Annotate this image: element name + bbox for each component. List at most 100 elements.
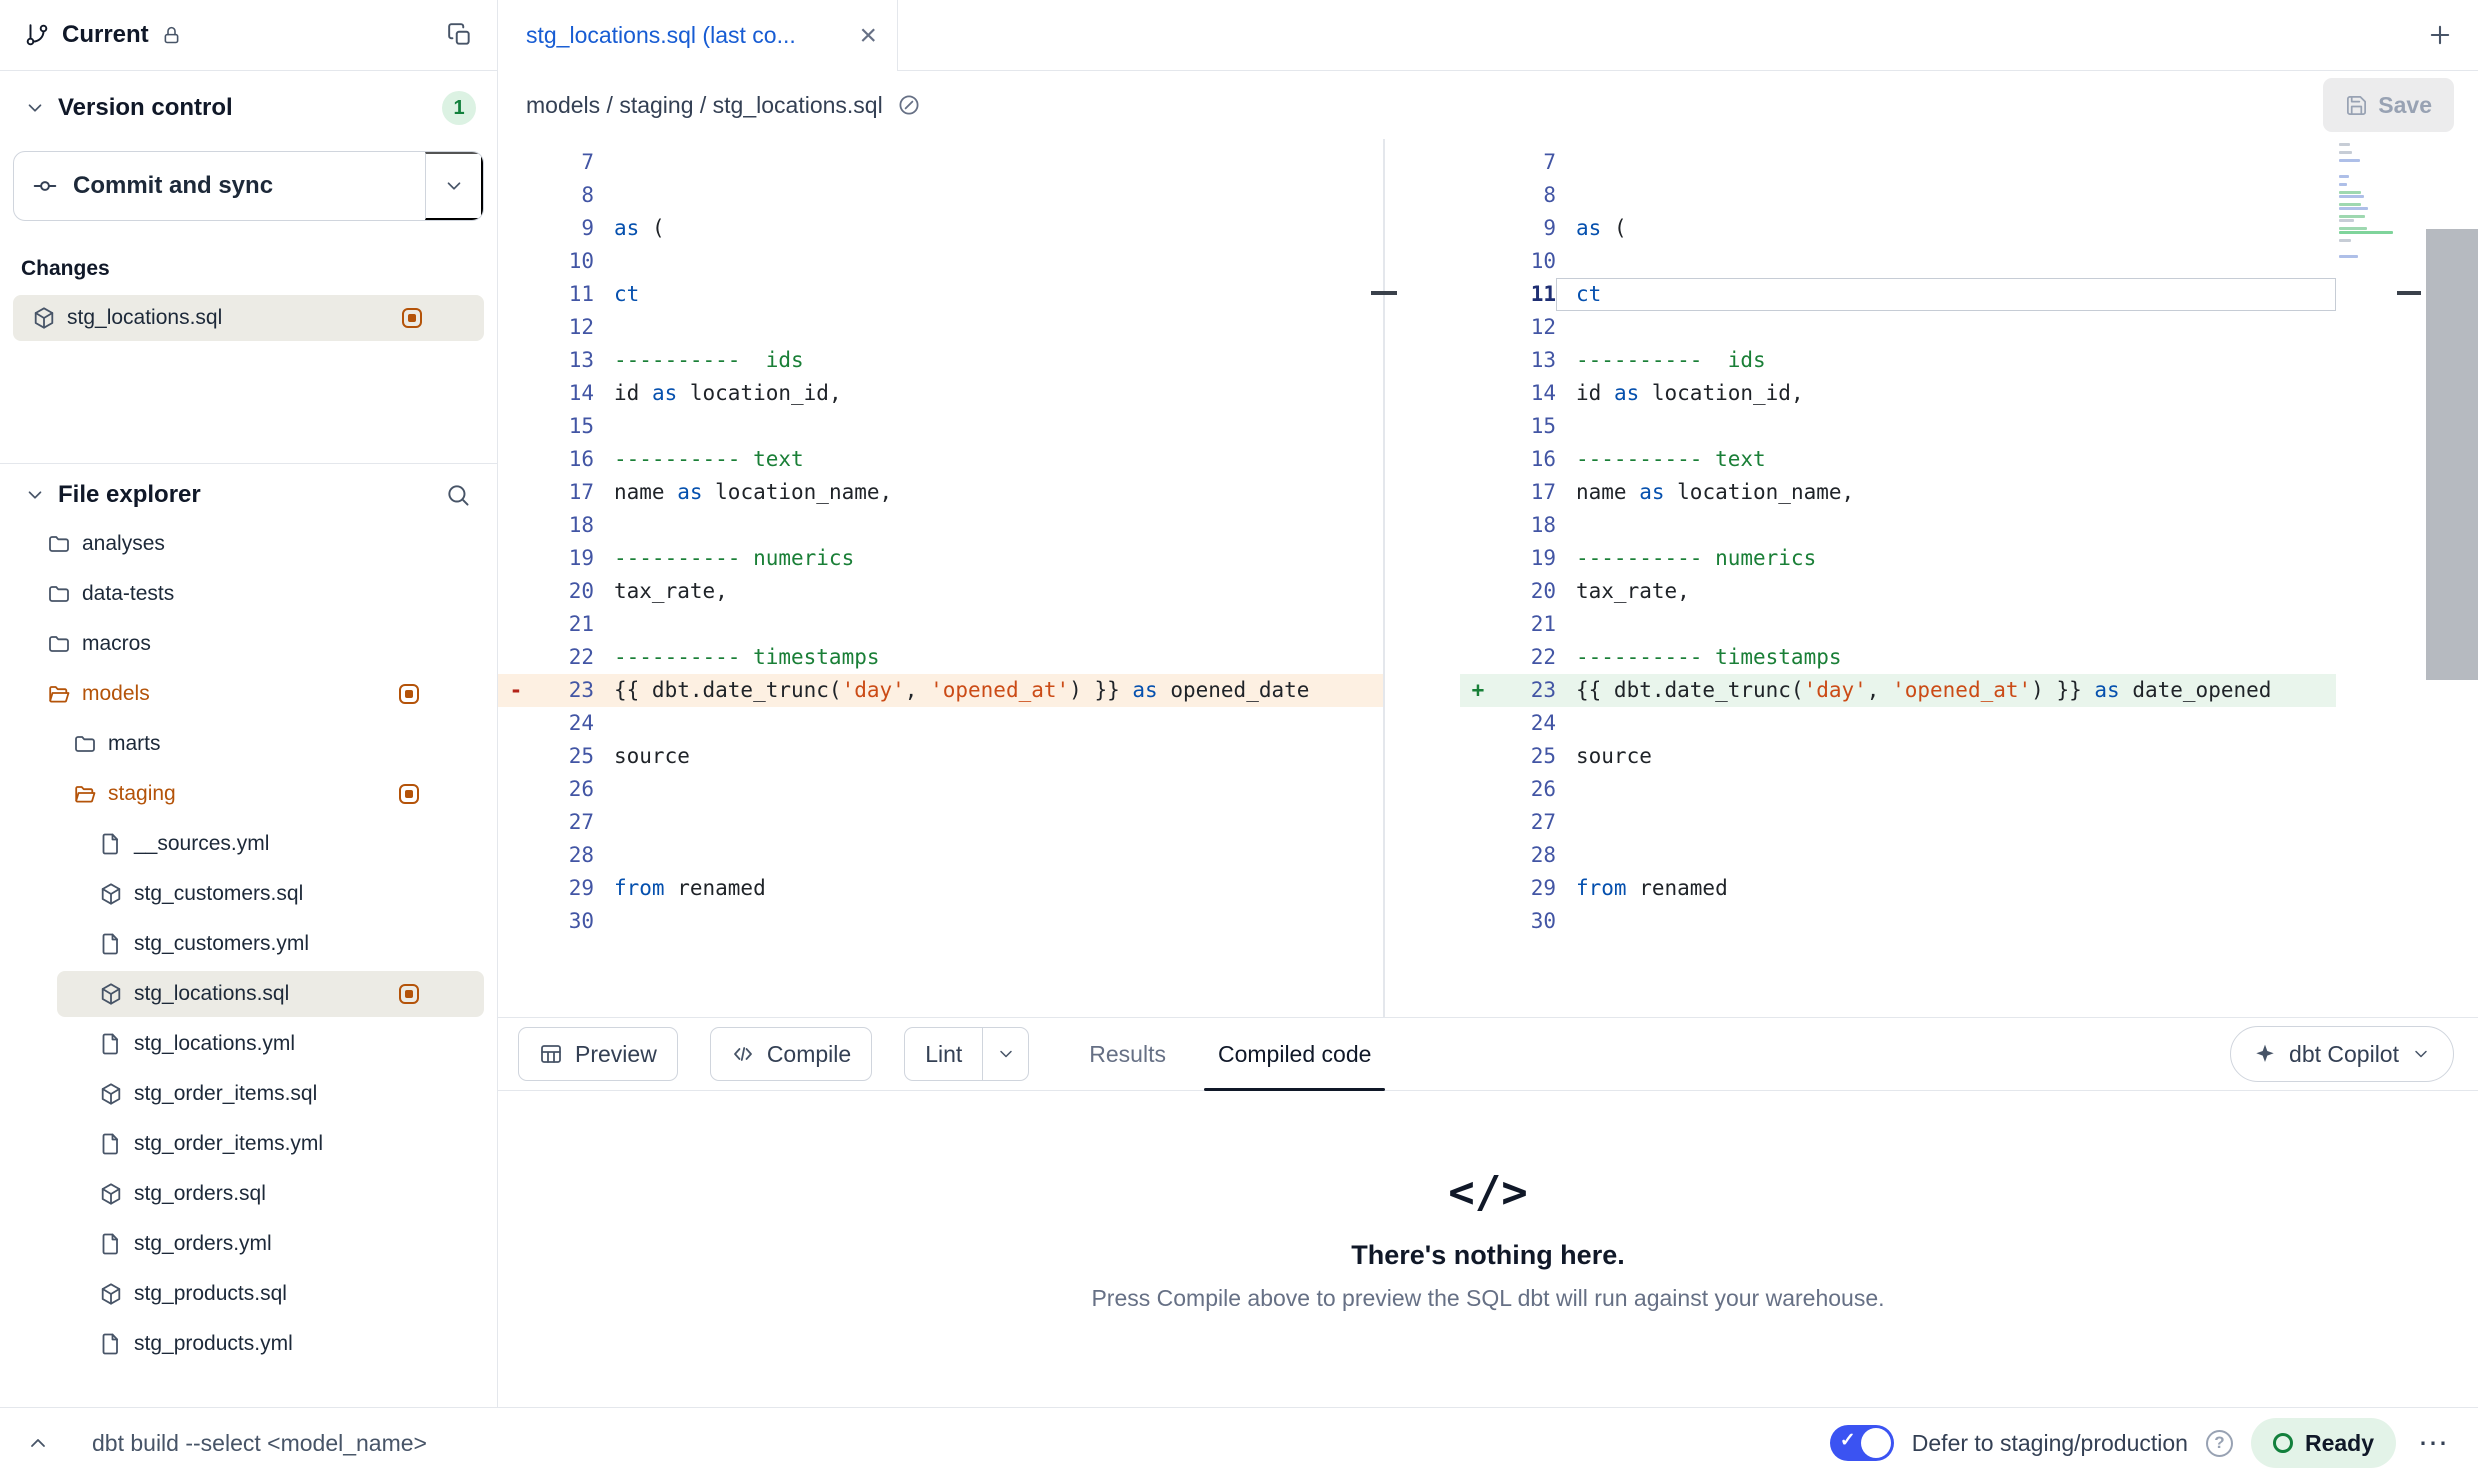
code-line-18[interactable]: 18 xyxy=(1460,509,2336,542)
diff-pane-modified[interactable]: 6789as (1011ct1213---------- ids14id as … xyxy=(1385,139,2336,1017)
code-line-11[interactable]: 11ct xyxy=(1460,278,2336,311)
code-line-6[interactable]: 6 xyxy=(1460,139,2336,146)
code-line-30[interactable]: 30 xyxy=(498,905,1383,938)
tree-item-stg-orders-sql[interactable]: stg_orders.sql xyxy=(0,1169,497,1219)
tab-compiled-code[interactable]: Compiled code xyxy=(1204,1018,1385,1090)
tree-item-staging[interactable]: staging xyxy=(0,769,497,819)
compile-button[interactable]: Compile xyxy=(710,1027,872,1081)
code-line-9[interactable]: 9as ( xyxy=(498,212,1383,245)
code-line-16[interactable]: 16---------- text xyxy=(498,443,1383,476)
code-line-27[interactable]: 27 xyxy=(498,806,1383,839)
code-line-8[interactable]: 8 xyxy=(1460,179,2336,212)
code-line-30[interactable]: 30 xyxy=(1460,905,2336,938)
tree-item-marts[interactable]: marts xyxy=(0,719,497,769)
tree-item-sources-yml[interactable]: __sources.yml xyxy=(0,819,497,869)
code-line-29[interactable]: 29from renamed xyxy=(498,872,1383,905)
code-line-7[interactable]: 7 xyxy=(498,146,1383,179)
more-options-icon[interactable]: ⋯ xyxy=(2414,1426,2452,1461)
scrollbar-thumb[interactable] xyxy=(2426,229,2478,680)
tree-item-stg-orders-yml[interactable]: stg_orders.yml xyxy=(0,1219,497,1269)
model-icon xyxy=(99,1082,123,1106)
save-button[interactable]: Save xyxy=(2323,78,2454,132)
code-line-17[interactable]: 17name as location_name, xyxy=(1460,476,2336,509)
code-line-15[interactable]: 15 xyxy=(1460,410,2336,443)
code-line-12[interactable]: 12 xyxy=(1460,311,2336,344)
lint-options-caret[interactable] xyxy=(982,1028,1028,1080)
dbt-copilot-button[interactable]: dbt Copilot xyxy=(2230,1026,2454,1082)
code-line-13[interactable]: 13---------- ids xyxy=(498,344,1383,377)
code-line-10[interactable]: 10 xyxy=(1460,245,2336,278)
lint-button[interactable]: Lint xyxy=(905,1028,982,1080)
code-line-13[interactable]: 13---------- ids xyxy=(1460,344,2336,377)
code-line-19[interactable]: 19---------- numerics xyxy=(498,542,1383,575)
code-line-12[interactable]: 12 xyxy=(498,311,1383,344)
code-line-29[interactable]: 29from renamed xyxy=(1460,872,2336,905)
code-line-20[interactable]: 20tax_rate, xyxy=(498,575,1383,608)
duplicate-icon[interactable] xyxy=(447,22,473,48)
code-line-25[interactable]: 25source xyxy=(498,740,1383,773)
tree-item-stg-locations-sql[interactable]: stg_locations.sql xyxy=(0,969,497,1019)
tree-item-stg-customers-yml[interactable]: stg_customers.yml xyxy=(0,919,497,969)
ready-status-badge[interactable]: Ready xyxy=(2251,1418,2396,1468)
tree-item-stg-locations-yml[interactable]: stg_locations.yml xyxy=(0,1019,497,1069)
code-line-8[interactable]: 8 xyxy=(498,179,1383,212)
tree-item-stg-order-items-sql[interactable]: stg_order_items.sql xyxy=(0,1069,497,1119)
tab-stg-locations-sql[interactable]: stg_locations.sql (last co... × xyxy=(498,0,898,71)
defer-toggle[interactable]: ✓ xyxy=(1830,1425,1894,1461)
preview-button[interactable]: Preview xyxy=(518,1027,678,1081)
code-line-23[interactable]: +23{{ dbt.date_trunc('day', 'opened_at')… xyxy=(1460,674,2336,707)
code-line-18[interactable]: 18 xyxy=(498,509,1383,542)
commit-and-sync-button[interactable]: Commit and sync xyxy=(14,152,425,220)
diff-editor[interactable]: 6789as (1011ct1213---------- ids14id as … xyxy=(498,139,2478,1017)
code-line-22[interactable]: 22---------- timestamps xyxy=(498,641,1383,674)
code-line-26[interactable]: 26 xyxy=(1460,773,2336,806)
code-line-16[interactable]: 16---------- text xyxy=(1460,443,2336,476)
code-line-24[interactable]: 24 xyxy=(1460,707,2336,740)
code-line-21[interactable]: 21 xyxy=(1460,608,2336,641)
code-line-28[interactable]: 28 xyxy=(1460,839,2336,872)
code-line-14[interactable]: 14id as location_id, xyxy=(1460,377,2336,410)
code-line-17[interactable]: 17name as location_name, xyxy=(498,476,1383,509)
version-control-header[interactable]: Version control 1 xyxy=(0,71,497,125)
tree-item-data-tests[interactable]: data-tests xyxy=(0,569,497,619)
code-line-21[interactable]: 21 xyxy=(498,608,1383,641)
copy-path-icon[interactable] xyxy=(897,93,921,117)
code-line-26[interactable]: 26 xyxy=(498,773,1383,806)
code-line-11[interactable]: 11ct xyxy=(498,278,1383,311)
tree-item-analyses[interactable]: analyses xyxy=(0,519,497,569)
code-line-25[interactable]: 25source xyxy=(1460,740,2336,773)
search-icon[interactable] xyxy=(445,482,471,508)
tab-results[interactable]: Results xyxy=(1075,1018,1180,1090)
code-line-9[interactable]: 9as ( xyxy=(1460,212,2336,245)
minimap[interactable] xyxy=(2336,139,2396,1017)
diff-pane-original[interactable]: 6789as (1011ct1213---------- ids14id as … xyxy=(498,139,1383,1017)
code-line-22[interactable]: 22---------- timestamps xyxy=(1460,641,2336,674)
tree-item-models[interactable]: models xyxy=(0,669,497,719)
code-line-15[interactable]: 15 xyxy=(498,410,1383,443)
tree-item-stg-products-sql[interactable]: stg_products.sql xyxy=(0,1269,497,1319)
code-line-20[interactable]: 20tax_rate, xyxy=(1460,575,2336,608)
code-line-27[interactable]: 27 xyxy=(1460,806,2336,839)
command-input[interactable]: dbt build --select <model_name> xyxy=(92,1430,427,1457)
tree-item-stg-customers-sql[interactable]: stg_customers.sql xyxy=(0,869,497,919)
code-line-23[interactable]: -23{{ dbt.date_trunc('day', 'opened_at')… xyxy=(498,674,1383,707)
help-icon[interactable]: ? xyxy=(2206,1430,2233,1457)
tree-item-stg-order-items-yml[interactable]: stg_order_items.yml xyxy=(0,1119,497,1169)
file-explorer-header[interactable]: File explorer xyxy=(0,464,497,519)
code-line-6[interactable]: 6 xyxy=(498,139,1383,146)
code-line-14[interactable]: 14id as location_id, xyxy=(498,377,1383,410)
commit-options-caret[interactable] xyxy=(425,152,483,220)
code-line-10[interactable]: 10 xyxy=(498,245,1383,278)
git-commit-icon xyxy=(32,173,58,199)
vertical-scrollbar[interactable] xyxy=(2426,139,2478,1017)
tree-item-stg-products-yml[interactable]: stg_products.yml xyxy=(0,1319,497,1369)
new-tab-plus-icon[interactable] xyxy=(2426,21,2454,49)
code-line-7[interactable]: 7 xyxy=(1460,146,2336,179)
changed-file-stg-locations-sql[interactable]: stg_locations.sql xyxy=(13,295,484,341)
code-line-24[interactable]: 24 xyxy=(498,707,1383,740)
tree-item-macros[interactable]: macros xyxy=(0,619,497,669)
code-line-28[interactable]: 28 xyxy=(498,839,1383,872)
chevron-up-icon[interactable] xyxy=(26,1431,50,1455)
close-icon[interactable]: × xyxy=(857,21,879,51)
code-line-19[interactable]: 19---------- numerics xyxy=(1460,542,2336,575)
